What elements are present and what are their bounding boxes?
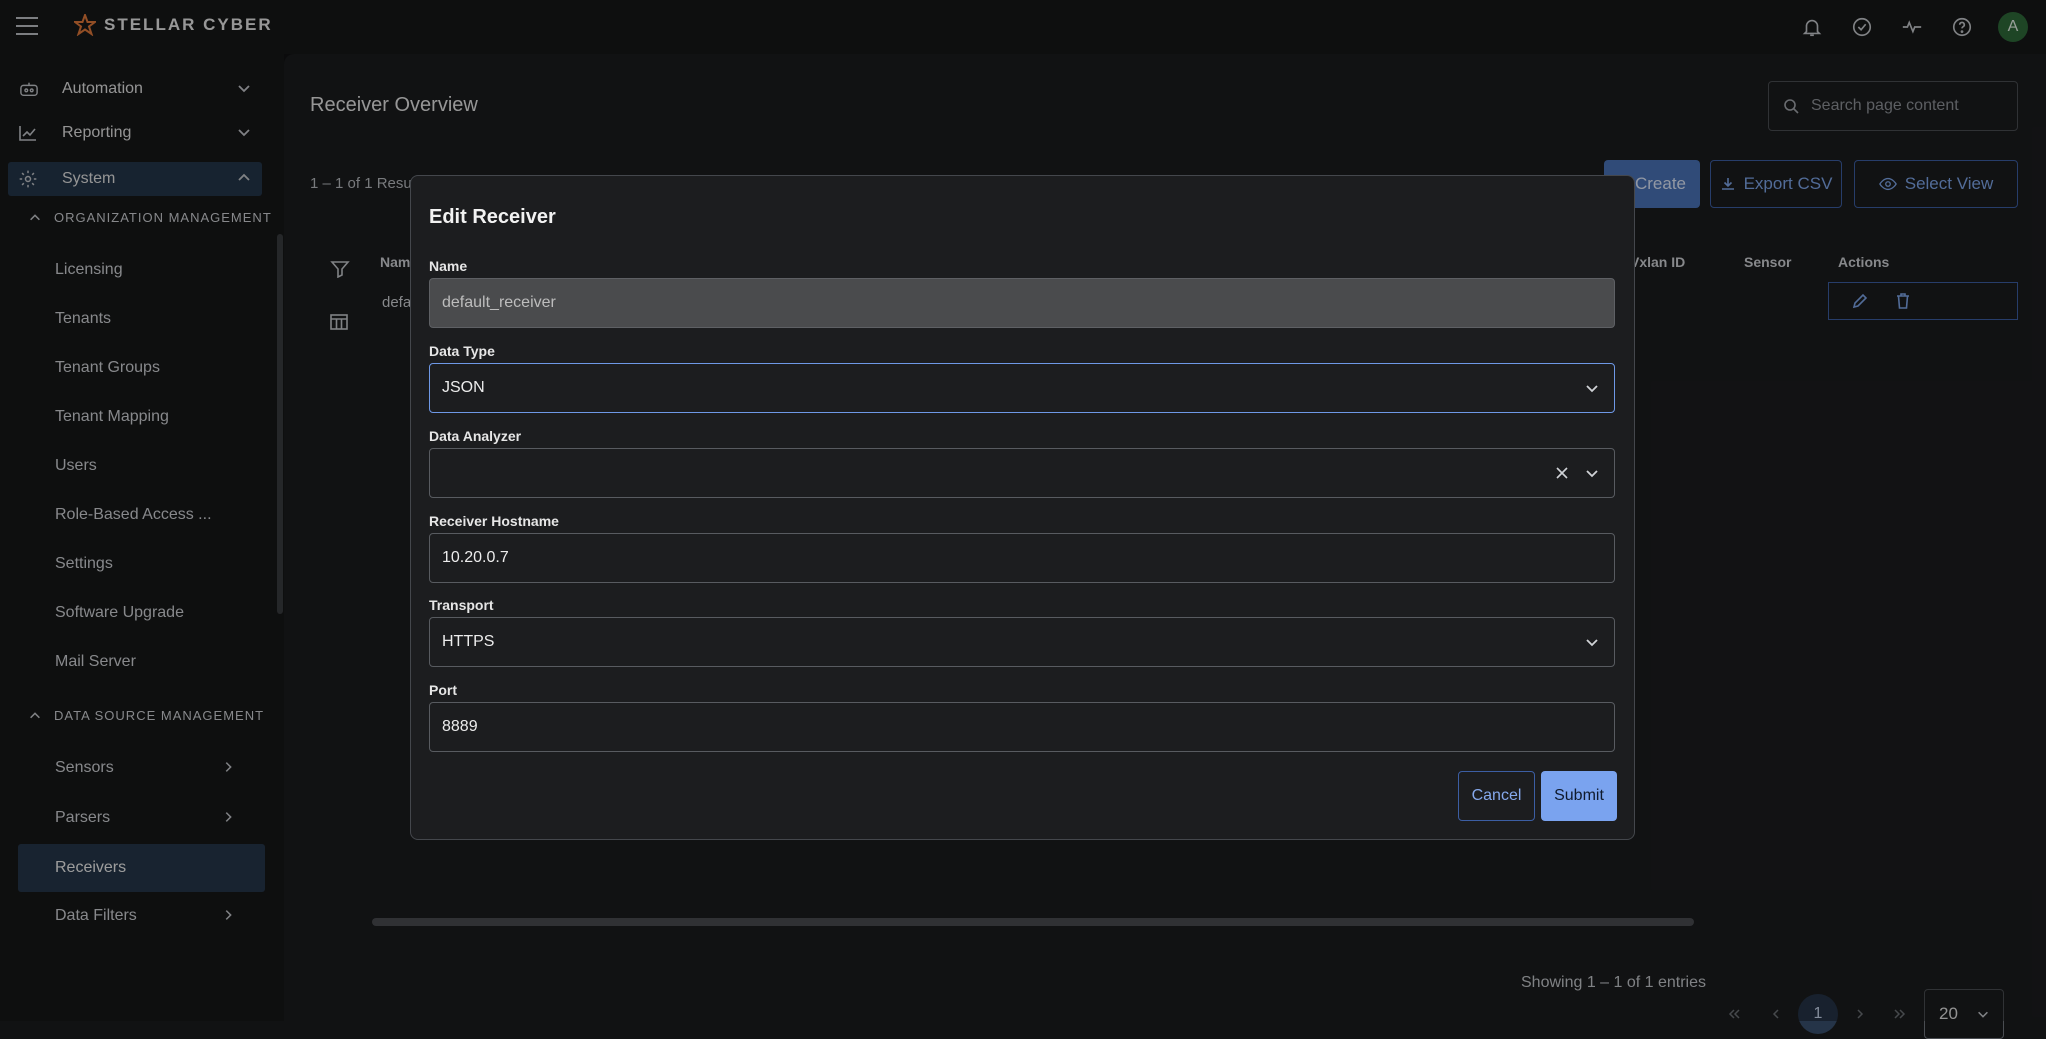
port-input[interactable]: 8889 [429,702,1615,752]
cancel-button[interactable]: Cancel [1458,771,1535,821]
chevron-down-icon [1586,470,1598,478]
dialog-title: Edit Receiver [429,206,556,228]
data-type-label: Data Type [429,343,495,359]
port-label: Port [429,682,457,698]
name-label: Name [429,258,468,274]
data-type-select[interactable]: JSON [429,363,1615,413]
data-analyzer-select[interactable] [429,448,1615,498]
chevron-down-icon [1586,385,1598,393]
receiver-hostname-input[interactable]: 10.20.0.7 [429,533,1615,583]
data-analyzer-label: Data Analyzer [429,428,522,444]
name-field: default_receiver [429,278,1615,328]
edit-receiver-dialog: Edit Receiver Name default_receiver Data… [410,175,1635,840]
transport-select[interactable]: HTTPS [429,617,1615,667]
chevron-down-icon [1586,639,1598,647]
receiver-hostname-label: Receiver Hostname [429,513,559,529]
submit-button[interactable]: Submit [1541,771,1617,821]
transport-label: Transport [429,597,494,613]
clear-icon[interactable] [1554,465,1570,481]
